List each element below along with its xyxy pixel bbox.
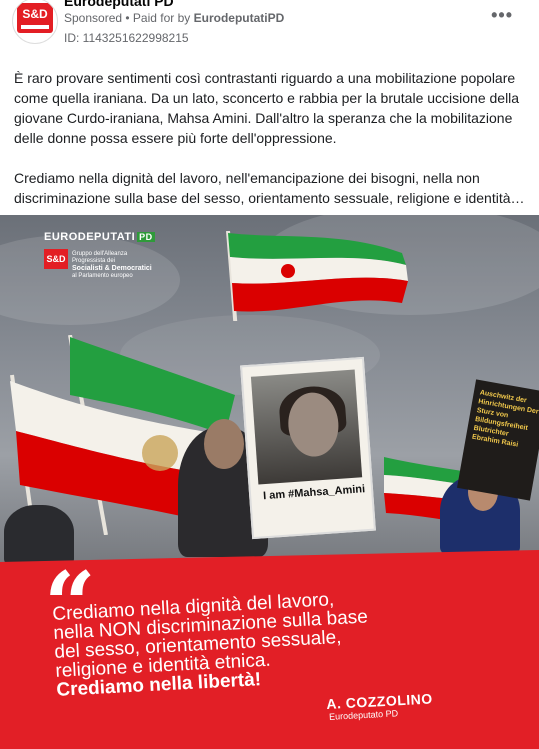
- mahsa-amini-sign: I am #Mahsa_Amini: [240, 356, 376, 540]
- sponsored-line: Sponsored • Paid for by EurodeputatiPD: [64, 11, 285, 25]
- ad-creative-image[interactable]: EURODEPUTATI PD S&D Gruppo dell'Alleanza …: [0, 215, 539, 749]
- sd-logo: S&D: [44, 249, 68, 269]
- ad-text-paragraph: È raro provare sentimenti così contrasta…: [14, 70, 520, 146]
- ad-body-text: È raro provare sentimenti così contrasta…: [14, 68, 526, 228]
- ad-text-paragraph[interactable]: Crediamo nella dignità del lavoro, nell'…: [14, 168, 526, 208]
- ad-header: S&D Eurodeputati PD Sponsored • Paid for…: [0, 0, 539, 60]
- protest-sign-black: Auschwitz der Hinrichtungen Der Sturz vo…: [457, 379, 539, 501]
- page-avatar[interactable]: S&D: [12, 0, 58, 44]
- sign-caption: I am #Mahsa_Amini: [262, 483, 366, 503]
- paid-for-name[interactable]: EurodeputatiPD: [194, 11, 285, 25]
- iran-flag-top: [226, 231, 408, 321]
- paid-for-label: Paid for by: [132, 11, 191, 25]
- page-name[interactable]: Eurodeputati PD: [64, 0, 174, 9]
- library-id: ID: 1143251622998215: [64, 31, 189, 45]
- quote-author: A. COZZOLINO Eurodeputato PD: [326, 690, 434, 722]
- portrait-photo: [250, 369, 363, 485]
- more-options-icon[interactable]: •••: [491, 5, 513, 26]
- sponsored-label: Sponsored: [64, 11, 123, 25]
- sd-logo-text: Gruppo dell'Alleanza Progressista dei So…: [72, 251, 152, 279]
- protester-woman-head: [204, 419, 244, 469]
- eurodeputati-logo: EURODEPUTATI PD: [44, 231, 155, 243]
